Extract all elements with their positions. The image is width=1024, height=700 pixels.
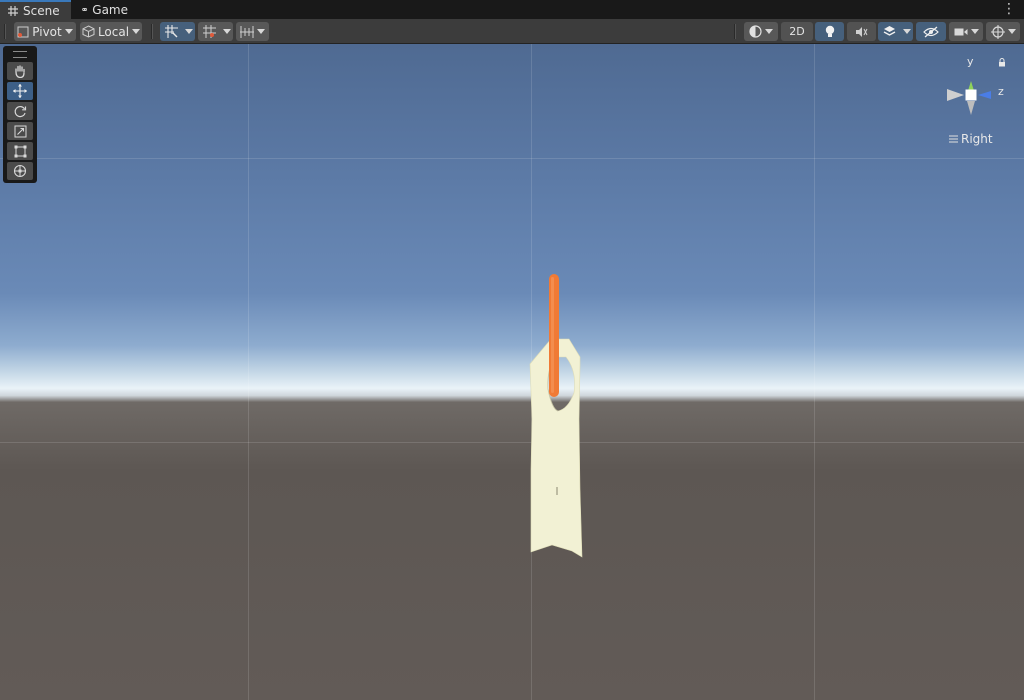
- hand-icon: [15, 64, 25, 78]
- chevron-down-icon: [184, 29, 193, 34]
- chevron-down-icon: [970, 29, 979, 34]
- scale-tool-button[interactable]: [7, 122, 33, 140]
- toolbar-separator: [151, 24, 153, 39]
- gizmo-z-axis-cone[interactable]: [978, 91, 991, 99]
- gizmo-neg-y-axis-cone[interactable]: [967, 101, 975, 115]
- scene-effects-dropdown[interactable]: [900, 22, 913, 41]
- chevron-down-icon: [64, 29, 73, 34]
- grid-line: [0, 158, 1024, 159]
- pivot-label: Pivot: [32, 24, 62, 39]
- chevron-down-icon: [257, 29, 265, 34]
- grid-visibility-icon: [202, 25, 216, 38]
- gamepad-icon: [82, 7, 88, 12]
- chevron-down-icon: [1007, 29, 1016, 34]
- grid-line: [814, 44, 815, 700]
- draw-mode-dropdown[interactable]: [744, 22, 778, 41]
- gizmo-z-label: z: [998, 85, 1004, 98]
- chevron-down-icon: [132, 29, 141, 34]
- chevron-down-icon: [765, 29, 773, 34]
- scene-viewport[interactable]: [0, 44, 1024, 700]
- grid-visibility-dropdown[interactable]: [220, 22, 233, 41]
- local-global-dropdown[interactable]: Local: [80, 22, 142, 41]
- chevron-down-icon: [222, 29, 231, 34]
- move-tool-button[interactable]: [7, 82, 33, 100]
- hand-tool-button[interactable]: [7, 62, 33, 80]
- view-orientation-text: Right: [961, 132, 993, 146]
- grid-snapping-dropdown[interactable]: [182, 22, 195, 41]
- window-tab-bar: Scene Game ⋮: [0, 0, 1024, 20]
- toolbar-separator: [734, 24, 736, 39]
- transform-tool-button[interactable]: [7, 162, 33, 180]
- gizmo-neg-z-axis-cone[interactable]: [947, 89, 964, 101]
- pivot-icon: [17, 26, 29, 37]
- scene-effects-button[interactable]: [878, 22, 900, 41]
- local-label: Local: [97, 24, 130, 39]
- tab-game-label: Game: [92, 2, 128, 17]
- pivot-dropdown[interactable]: Pivot: [14, 22, 76, 41]
- orientation-gizmo[interactable]: y z: [943, 55, 1006, 121]
- grid-icon: [8, 6, 18, 16]
- tab-game[interactable]: Game: [74, 0, 136, 19]
- tab-scene[interactable]: Scene: [0, 0, 71, 20]
- lock-icon[interactable]: [998, 58, 1006, 67]
- audio-mute-icon: [856, 26, 868, 37]
- scene-lighting-button[interactable]: [815, 22, 844, 41]
- grid-line: [248, 44, 249, 700]
- layers-effects-icon: [883, 26, 895, 36]
- transform-icon: [13, 164, 27, 178]
- rotate-tool-button[interactable]: [7, 102, 33, 120]
- gizmos-dropdown[interactable]: [986, 22, 1020, 41]
- move-arrows-icon: [13, 84, 27, 98]
- more-options-icon[interactable]: ⋮: [1002, 2, 1016, 17]
- toggle-2d-label: 2D: [789, 25, 805, 38]
- scene-visibility-button[interactable]: [916, 22, 946, 41]
- scene-object[interactable]: [520, 269, 595, 564]
- camera-icon: [954, 28, 967, 35]
- object-rod-highlight: [551, 277, 554, 393]
- view-orientation-label[interactable]: Right: [949, 132, 993, 146]
- hamburger-icon: [949, 135, 958, 143]
- rect-tool-button[interactable]: [7, 142, 33, 160]
- grid-line: [0, 442, 1024, 443]
- toolbar-drag-handle[interactable]: [4, 24, 6, 39]
- rect-transform-icon: [14, 145, 26, 157]
- shading-mode-icon: [749, 25, 762, 38]
- chevron-down-icon: [902, 29, 911, 34]
- grid-visibility-button[interactable]: [198, 22, 220, 41]
- rotate-icon: [14, 105, 26, 117]
- grid-snapping-button[interactable]: [160, 22, 182, 41]
- scene-camera-dropdown[interactable]: [949, 22, 983, 41]
- increment-snapping-dropdown[interactable]: [236, 22, 269, 41]
- scene-toolbar: Pivot Local 2D: [0, 19, 1024, 44]
- grid-snap-icon: [164, 25, 178, 38]
- gizmo-center-cube[interactable]: [965, 89, 977, 101]
- scale-icon: [14, 125, 26, 137]
- scene-audio-button[interactable]: [847, 22, 876, 41]
- tab-scene-label: Scene: [23, 4, 60, 18]
- gizmo-crosshair-icon: [990, 24, 1005, 39]
- gizmo-y-label: y: [967, 55, 974, 68]
- eye-slash-icon: [923, 26, 939, 37]
- cube-icon: [82, 25, 95, 38]
- drag-handle-icon[interactable]: [13, 51, 27, 58]
- snap-increment-icon: [240, 25, 254, 38]
- toggle-2d-button[interactable]: 2D: [781, 22, 813, 41]
- lightbulb-icon: [825, 25, 834, 37]
- scene-tools-overlay: [3, 46, 37, 183]
